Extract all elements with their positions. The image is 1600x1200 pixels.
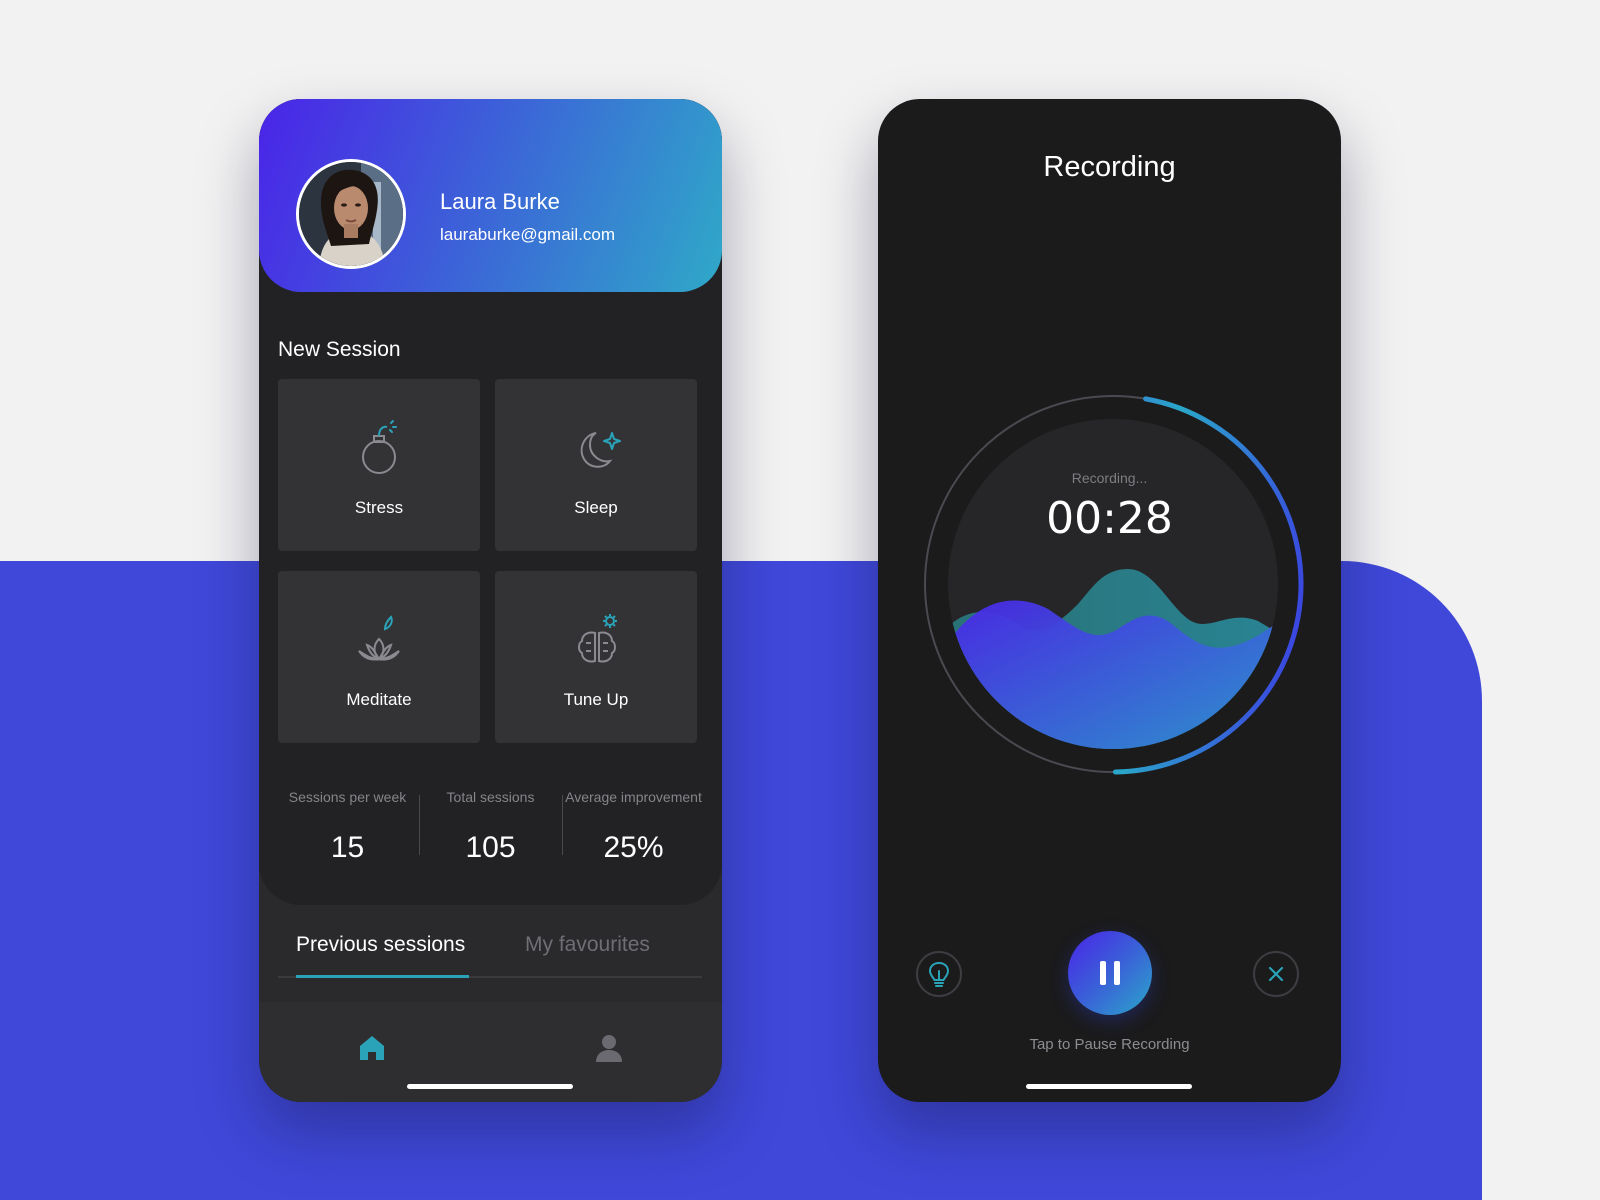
stat-average-improvement: Average improvement 25%	[562, 789, 705, 865]
new-session-title: New Session	[278, 338, 401, 361]
tile-label-tune-up: Tune Up	[563, 690, 629, 709]
home-indicator	[1026, 1084, 1192, 1089]
pause-hint: Tap to Pause Recording	[1029, 1036, 1190, 1053]
close-button[interactable]	[1253, 951, 1299, 997]
tab-active-indicator	[296, 975, 469, 978]
dashboard-screen: Laura Burke lauraburke@gmail.com New Ses…	[259, 99, 722, 1102]
pause-button[interactable]	[1068, 931, 1152, 1015]
user-name: Laura Burke	[440, 189, 560, 214]
home-icon[interactable]	[356, 1032, 388, 1064]
recording-status: Recording...	[1071, 470, 1148, 486]
stat-divider	[562, 795, 563, 855]
stat-label: Sessions per week	[288, 789, 407, 805]
stat-label: Average improvement	[565, 789, 702, 805]
user-icon[interactable]	[593, 1032, 625, 1064]
tip-button[interactable]	[916, 951, 962, 997]
session-tabs: Previous sessions My favourites	[278, 915, 702, 979]
stat-divider	[419, 795, 420, 855]
recording-dial	[922, 393, 1304, 775]
lotus-icon	[358, 615, 400, 661]
tile-label-stress: Stress	[354, 498, 404, 517]
home-indicator	[407, 1084, 573, 1089]
lightbulb-icon	[928, 961, 950, 987]
tile-label-sleep: Sleep	[574, 498, 618, 517]
dashboard-main-panel: Laura Burke lauraburke@gmail.com New Ses…	[259, 99, 722, 905]
session-tile-meditate[interactable]: Meditate	[278, 571, 480, 743]
session-tile-stress[interactable]: Stress	[278, 379, 480, 551]
session-tile-tune-up[interactable]: Tune Up	[495, 571, 697, 743]
stat-value: 25%	[603, 831, 664, 864]
moon-star-icon	[580, 432, 621, 468]
bomb-icon	[362, 420, 397, 474]
screen-title: Recording	[1043, 151, 1176, 183]
stat-label: Total sessions	[446, 789, 535, 805]
recording-timer: 00:28	[1046, 493, 1173, 544]
stats-row: Sessions per week 15 Total sessions 105 …	[259, 789, 722, 879]
recording-screen: Recording Recording... 00:28 Tap to Paus…	[878, 99, 1341, 1102]
avatar[interactable]	[296, 159, 406, 269]
brain-gear-icon	[578, 614, 617, 663]
tab-my-favourites[interactable]: My favourites	[525, 933, 650, 957]
stat-value: 105	[465, 831, 516, 864]
stat-total-sessions: Total sessions 105	[419, 789, 562, 865]
session-tile-sleep[interactable]: Sleep	[495, 379, 697, 551]
close-icon	[1268, 966, 1284, 982]
user-email: lauraburke@gmail.com	[440, 225, 616, 244]
tab-previous-sessions[interactable]: Previous sessions	[296, 933, 465, 957]
stat-value: 15	[330, 831, 365, 864]
stat-sessions-per-week: Sessions per week 15	[276, 789, 419, 865]
pause-icon	[1100, 961, 1120, 985]
avatar-photo	[299, 162, 403, 266]
profile-header: Laura Burke lauraburke@gmail.com	[259, 99, 722, 292]
tile-label-meditate: Meditate	[346, 690, 412, 709]
